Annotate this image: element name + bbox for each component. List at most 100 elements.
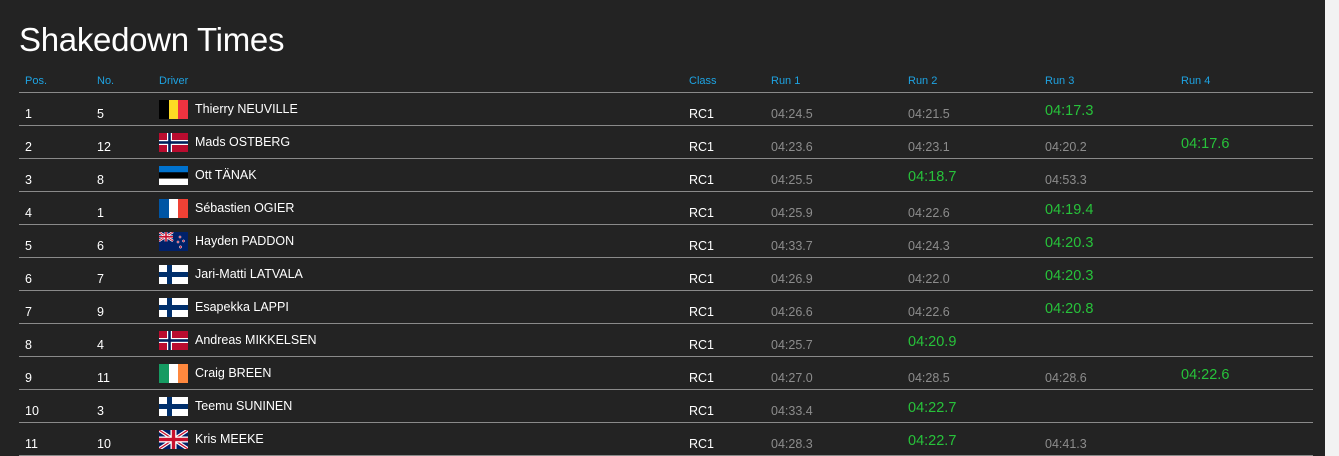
table-row[interactable]: 6 7 Jari-Matti LATVALA RC1 04:26.9 04:22… bbox=[19, 258, 1313, 291]
belgium-flag-icon bbox=[159, 99, 188, 119]
car-number-cell: 10 bbox=[97, 437, 111, 451]
car-number-cell: 11 bbox=[97, 371, 110, 385]
driver-cell[interactable]: Craig BREEN bbox=[159, 357, 271, 389]
run3-time: 04:20.3 bbox=[1045, 268, 1094, 284]
table-row[interactable]: 2 12 Mads OSTBERG RC1 04:23.6 04:23.1 04… bbox=[19, 126, 1313, 159]
norway-flag-icon bbox=[159, 132, 188, 152]
class-cell: RC1 bbox=[689, 107, 715, 121]
driver-cell[interactable]: Mads OSTBERG bbox=[159, 126, 290, 158]
table-row[interactable]: 1 5 Thierry NEUVILLE RC1 04:24.5 04:21.5… bbox=[19, 93, 1313, 126]
run2-time: 04:18.7 bbox=[908, 169, 957, 185]
run3-time: 04:20.2 bbox=[1045, 140, 1087, 154]
driver-name[interactable]: Esapekka LAPPI bbox=[195, 300, 289, 314]
driver-name[interactable]: Mads OSTBERG bbox=[195, 135, 290, 149]
class-cell: RC1 bbox=[689, 437, 715, 451]
position-cell: 3 bbox=[25, 173, 32, 187]
column-header-class[interactable]: Class bbox=[689, 70, 717, 92]
run1-time: 04:33.4 bbox=[771, 404, 813, 418]
run2-time: 04:22.6 bbox=[908, 305, 950, 319]
table-row[interactable]: 7 9 Esapekka LAPPI RC1 04:26.6 04:22.6 0… bbox=[19, 291, 1313, 324]
column-header-driver[interactable]: Driver bbox=[159, 70, 188, 92]
class-cell: RC1 bbox=[689, 305, 715, 319]
driver-cell[interactable]: Ott TÄNAK bbox=[159, 159, 257, 191]
run1-time: 04:25.5 bbox=[771, 173, 813, 187]
run2-time: 04:22.6 bbox=[908, 206, 950, 220]
driver-name[interactable]: Sébastien OGIER bbox=[195, 201, 294, 215]
position-cell: 2 bbox=[25, 140, 32, 154]
driver-name[interactable]: Kris MEEKE bbox=[195, 432, 264, 446]
driver-cell[interactable]: Jari-Matti LATVALA bbox=[159, 258, 303, 290]
run3-time: 04:20.3 bbox=[1045, 235, 1094, 251]
driver-cell[interactable]: Kris MEEKE bbox=[159, 423, 264, 455]
car-number-cell: 8 bbox=[97, 173, 104, 187]
car-number-cell: 9 bbox=[97, 305, 104, 319]
car-number-cell: 3 bbox=[97, 404, 104, 418]
run1-time: 04:25.9 bbox=[771, 206, 813, 220]
run1-time: 04:24.5 bbox=[771, 107, 813, 121]
driver-name[interactable]: Ott TÄNAK bbox=[195, 168, 257, 182]
driver-cell[interactable]: Teemu SUNINEN bbox=[159, 390, 292, 422]
position-cell: 5 bbox=[25, 239, 32, 253]
driver-cell[interactable]: Thierry NEUVILLE bbox=[159, 93, 298, 125]
column-header-run2[interactable]: Run 2 bbox=[908, 70, 937, 92]
france-flag-icon bbox=[159, 198, 188, 218]
table-body: 1 5 Thierry NEUVILLE RC1 04:24.5 04:21.5… bbox=[19, 93, 1313, 456]
table-row[interactable]: 4 1 Sébastien OGIER RC1 04:25.9 04:22.6 … bbox=[19, 192, 1313, 225]
run3-time: 04:19.4 bbox=[1045, 202, 1094, 218]
shakedown-page: Shakedown Times Pos. No. Driver Class Ru… bbox=[0, 0, 1339, 456]
car-number-cell: 5 bbox=[97, 107, 104, 121]
class-cell: RC1 bbox=[689, 173, 715, 187]
run3-time: 04:41.3 bbox=[1045, 437, 1087, 451]
class-cell: RC1 bbox=[689, 371, 715, 385]
column-header-no[interactable]: No. bbox=[97, 70, 114, 92]
class-cell: RC1 bbox=[689, 338, 715, 352]
column-header-pos[interactable]: Pos. bbox=[25, 70, 47, 92]
driver-name[interactable]: Jari-Matti LATVALA bbox=[195, 267, 303, 281]
driver-cell[interactable]: Sébastien OGIER bbox=[159, 192, 294, 224]
run1-time: 04:33.7 bbox=[771, 239, 813, 253]
class-cell: RC1 bbox=[689, 272, 715, 286]
run1-time: 04:23.6 bbox=[771, 140, 813, 154]
run2-time: 04:23.1 bbox=[908, 140, 950, 154]
run2-time: 04:24.3 bbox=[908, 239, 950, 253]
driver-name[interactable]: Teemu SUNINEN bbox=[195, 399, 292, 413]
run2-time: 04:22.0 bbox=[908, 272, 950, 286]
driver-cell[interactable]: Andreas MIKKELSEN bbox=[159, 324, 317, 356]
car-number-cell: 7 bbox=[97, 272, 104, 286]
run2-time: 04:20.9 bbox=[908, 334, 957, 350]
car-number-cell: 6 bbox=[97, 239, 104, 253]
driver-name[interactable]: Thierry NEUVILLE bbox=[195, 102, 298, 116]
driver-cell[interactable]: Hayden PADDON bbox=[159, 225, 294, 257]
run1-time: 04:26.9 bbox=[771, 272, 813, 286]
run3-time: 04:28.6 bbox=[1045, 371, 1087, 385]
run1-time: 04:28.3 bbox=[771, 437, 813, 451]
column-header-run4[interactable]: Run 4 bbox=[1181, 70, 1210, 92]
table-row[interactable]: 9 11 Craig BREEN RC1 04:27.0 04:28.5 04:… bbox=[19, 357, 1313, 390]
finland-flag-icon bbox=[159, 264, 188, 284]
table-header-row: Pos. No. Driver Class Run 1 Run 2 Run 3 … bbox=[19, 70, 1313, 93]
ireland-flag-icon bbox=[159, 363, 188, 383]
run2-time: 04:22.7 bbox=[908, 433, 957, 449]
run3-time: 04:20.8 bbox=[1045, 301, 1094, 317]
class-cell: RC1 bbox=[689, 206, 715, 220]
run1-time: 04:25.7 bbox=[771, 338, 813, 352]
column-header-run1[interactable]: Run 1 bbox=[771, 70, 800, 92]
driver-name[interactable]: Andreas MIKKELSEN bbox=[195, 333, 317, 347]
results-table: Pos. No. Driver Class Run 1 Run 2 Run 3 … bbox=[19, 70, 1313, 456]
column-header-run3[interactable]: Run 3 bbox=[1045, 70, 1074, 92]
page-title: Shakedown Times bbox=[19, 21, 285, 58]
class-cell: RC1 bbox=[689, 140, 715, 154]
table-row[interactable]: 5 6 Hayden PADDON RC1 04:33.7 04:24.3 04… bbox=[19, 225, 1313, 258]
table-row[interactable]: 8 4 Andreas MIKKELSEN RC1 04:25.7 04:20.… bbox=[19, 324, 1313, 357]
driver-cell[interactable]: Esapekka LAPPI bbox=[159, 291, 289, 323]
position-cell: 11 bbox=[25, 437, 38, 451]
driver-name[interactable]: Craig BREEN bbox=[195, 366, 271, 380]
table-row[interactable]: 3 8 Ott TÄNAK RC1 04:25.5 04:18.7 04:53.… bbox=[19, 159, 1313, 192]
driver-name[interactable]: Hayden PADDON bbox=[195, 234, 294, 248]
page-edge-strip bbox=[1325, 0, 1339, 456]
finland-flag-icon bbox=[159, 396, 188, 416]
table-row[interactable]: 10 3 Teemu SUNINEN RC1 04:33.4 04:22.7 bbox=[19, 390, 1313, 423]
table-row[interactable]: 11 10 Kris MEEKE RC1 04:28.3 04:22.7 04:… bbox=[19, 423, 1313, 456]
run3-time: 04:53.3 bbox=[1045, 173, 1087, 187]
estonia-flag-icon bbox=[159, 165, 188, 185]
